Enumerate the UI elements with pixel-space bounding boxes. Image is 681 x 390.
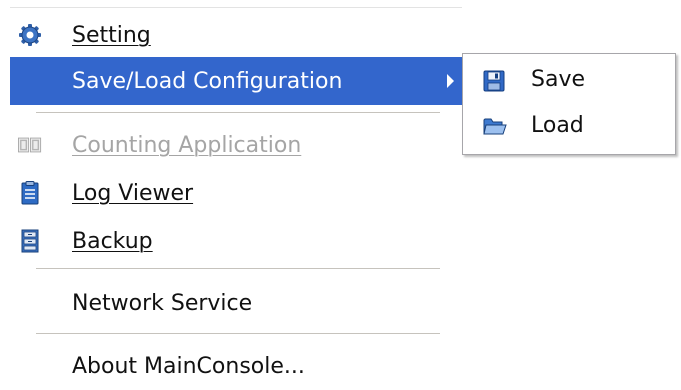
menu-item-log-viewer[interactable]: Log Viewer: [10, 169, 462, 217]
floppy-disk-icon: [483, 70, 507, 92]
menu-top-border: [10, 7, 462, 8]
submenu-arrow-icon: [447, 74, 454, 88]
menu-item-save-load-configuration[interactable]: Save/Load Configuration: [10, 57, 462, 105]
menu-item-backup[interactable]: Backup: [10, 217, 462, 265]
menu-separator: [36, 112, 440, 114]
menu-item-label: Log Viewer: [72, 180, 194, 206]
menu-item-label: Backup: [72, 228, 153, 254]
menu-item-label: Save/Load Configuration: [72, 68, 343, 94]
menu-separator: [36, 268, 440, 270]
menu-item-network-service[interactable]: Network Service: [10, 279, 462, 327]
log-viewer-icon: [18, 181, 42, 205]
folder-open-icon: [483, 116, 507, 138]
submenu-item-save[interactable]: Save: [465, 59, 673, 103]
menu-item-label: Counting Application: [72, 132, 302, 158]
menu-item-setting[interactable]: Setting: [10, 11, 462, 59]
submenu-item-label: Load: [531, 113, 584, 138]
menu-separator: [36, 333, 440, 335]
submenu-item-load[interactable]: Load: [465, 105, 673, 149]
submenu-item-label: Save: [531, 67, 586, 92]
counter-icon: [18, 133, 42, 157]
menu-item-label: Setting: [72, 22, 151, 48]
gear-icon: [18, 23, 42, 47]
context-menu: Setting Save/Load Configuration Counting…: [0, 0, 462, 383]
backup-icon: [18, 229, 42, 253]
menu-item-counting-application[interactable]: Counting Application: [10, 121, 462, 169]
menu-item-label: About MainConsole...: [72, 353, 305, 379]
save-load-submenu: Save Load: [462, 53, 676, 155]
menu-item-label: Network Service: [72, 290, 253, 316]
